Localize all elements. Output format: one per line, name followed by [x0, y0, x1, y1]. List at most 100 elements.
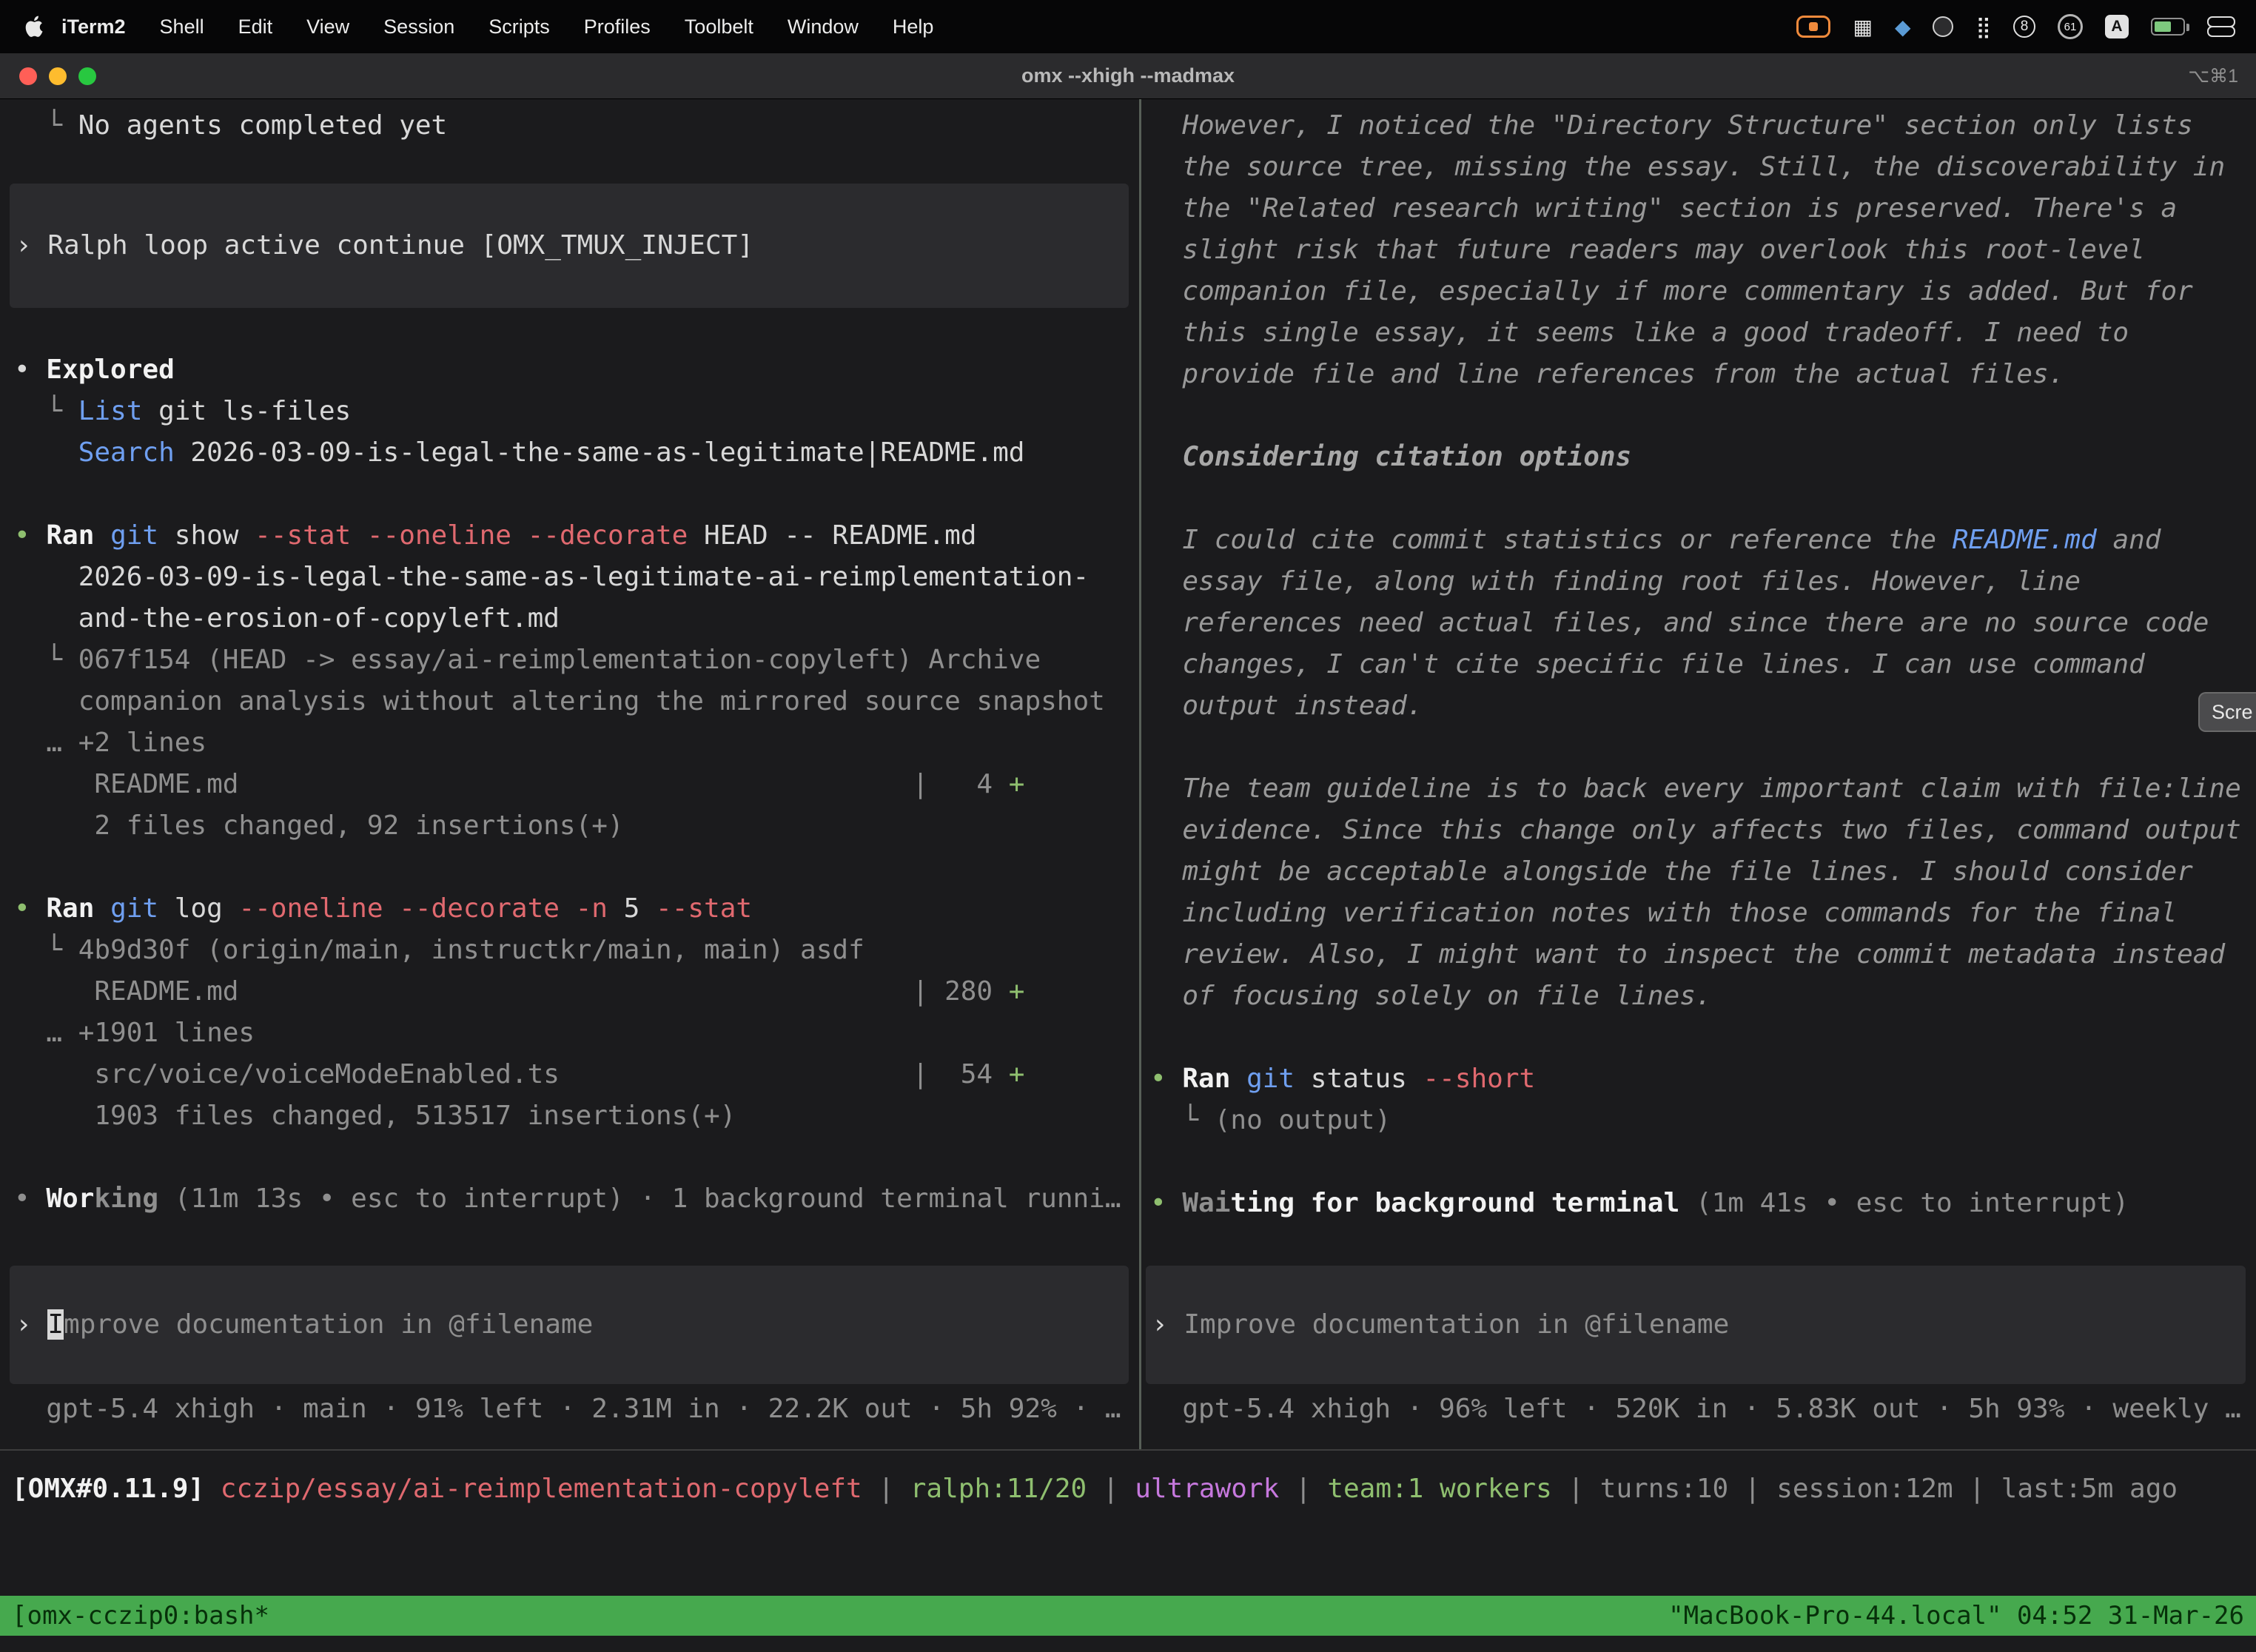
- terminal-line: • Waiting for background terminal (1m 41…: [1150, 1183, 2256, 1224]
- text-segment: mprove documentation in @filename: [64, 1309, 593, 1340]
- terminal-line: 1903 files changed, 513517 insertions(+): [14, 1095, 1139, 1137]
- text-segment: Wor: [46, 1183, 94, 1214]
- terminal-line: review. Also, I might want to inspect th…: [1150, 934, 2256, 976]
- menu-item-shell[interactable]: Shell: [143, 16, 221, 38]
- round-app-icon[interactable]: [1933, 16, 1953, 37]
- menu-item-iterm2[interactable]: iTerm2: [44, 16, 143, 38]
- text-segment: Ran: [1182, 1064, 1246, 1094]
- terminal-line: • Ran git log --oneline --decorate -n 5 …: [14, 888, 1139, 930]
- terminal-line: • Explored: [14, 349, 1139, 391]
- screen-recording-indicator[interactable]: [1796, 16, 1830, 38]
- text-segment: I could cite commit statistics or refere…: [1150, 525, 1953, 555]
- text-segment: •: [14, 1183, 46, 1214]
- right-terminal-pane[interactable]: However, I noticed the "Directory Struct…: [1141, 99, 2256, 1449]
- menu-bar-status-icons: ▦ ◆ ⣿ 8 61 A: [1796, 14, 2256, 39]
- menu-item-window[interactable]: Window: [771, 16, 876, 38]
- text-segment: git: [110, 893, 175, 924]
- text-segment: |: [1279, 1474, 1327, 1504]
- text-segment: and: [2097, 525, 2161, 555]
- terminal-line: • Working (11m 13s • esc to interrupt) ·…: [14, 1178, 1139, 1220]
- text-segment: └: [46, 110, 78, 141]
- terminal-line: gpt-5.4 xhigh · main · 91% left · 2.31M …: [14, 1389, 1139, 1430]
- terminal-line: slight risk that future readers may over…: [1150, 229, 2256, 271]
- text-segment: •: [14, 893, 46, 924]
- menu-item-help[interactable]: Help: [876, 16, 951, 38]
- terminal-line: evidence. Since this change only affects…: [1150, 810, 2256, 851]
- text-segment: of focusing solely on file lines.: [1150, 981, 1712, 1011]
- dots-grid-icon[interactable]: ⣿: [1975, 15, 1991, 39]
- terminal-line: … +2 lines: [14, 722, 1139, 764]
- terminal-line: companion file, especially if more comme…: [1150, 271, 2256, 312]
- text-segment: Considering citation options: [1150, 442, 1631, 472]
- terminal-line: └ 4b9d30f (origin/main, instructkr/main,…: [14, 930, 1139, 971]
- gauge-61-icon[interactable]: 61: [2058, 14, 2083, 39]
- menu-item-profiles[interactable]: Profiles: [567, 16, 668, 38]
- prompt-input-left[interactable]: › Improve documentation in @filename: [10, 1266, 1129, 1384]
- text-segment: ultrawork: [1135, 1474, 1279, 1504]
- grid-icon[interactable]: ▦: [1853, 15, 1872, 39]
- text-segment: (1m 41s • esc to interrupt): [1679, 1188, 2129, 1218]
- text-segment: git: [110, 520, 175, 551]
- menu-item-session[interactable]: Session: [366, 16, 471, 38]
- text-segment: +: [1009, 769, 1025, 799]
- text-segment: Wai: [1182, 1188, 1230, 1218]
- battery-icon[interactable]: [2151, 18, 2185, 36]
- left-terminal-pane[interactable]: └ No agents completed yet › Ralph loop a…: [0, 99, 1141, 1449]
- text-segment: +: [1009, 1059, 1025, 1089]
- menu-item-edit[interactable]: Edit: [221, 16, 290, 38]
- text-segment: Improve documentation in @filename: [1184, 1309, 1729, 1340]
- text-segment: log: [175, 893, 239, 924]
- terminal-line: Search 2026-03-09-is-legal-the-same-as-l…: [14, 432, 1139, 474]
- menu-item-toolbelt[interactable]: Toolbelt: [668, 16, 771, 38]
- text-segment: |: [1953, 1474, 2001, 1504]
- key-8-icon[interactable]: 8: [2013, 16, 2035, 38]
- text-segment: the source tree, missing the essay. Stil…: [1150, 152, 2225, 182]
- menu-item-view[interactable]: View: [289, 16, 366, 38]
- control-center-icon[interactable]: [2207, 16, 2234, 37]
- terminal-line: references need actual files, and since …: [1150, 602, 2256, 644]
- text-segment: [14, 396, 46, 426]
- terminal-line: README.md | 280 +: [14, 971, 1139, 1013]
- text-segment: git ls-files: [142, 396, 351, 426]
- text-segment: [14, 1142, 30, 1172]
- prompt-input-left-line: › Improve documentation in @filename: [16, 1304, 1129, 1346]
- terminal-line: [14, 1137, 1139, 1178]
- text-segment: evidence. Since this change only affects…: [1150, 815, 2241, 845]
- prompt-input-right[interactable]: › Improve documentation in @filename: [1146, 1266, 2246, 1384]
- text-segment: └: [1182, 1105, 1214, 1135]
- terminal-line: and-the-erosion-of-copyleft.md: [14, 598, 1139, 639]
- apple-menu-icon[interactable]: [25, 16, 44, 38]
- text-segment: changes, I can't cite specific file line…: [1150, 649, 2145, 679]
- terminal-line: [OMX#0.11.9] cczip/essay/ai-reimplementa…: [12, 1468, 2178, 1510]
- window-title-bar[interactable]: omx --xhigh --madmax ⌥⌘1: [0, 53, 2256, 99]
- terminal-line: [14, 847, 1139, 888]
- text-segment: companion file, especially if more comme…: [1150, 276, 2193, 306]
- text-segment: •: [1150, 1064, 1182, 1094]
- text-segment: Ran: [46, 893, 110, 924]
- text-segment: 1903 files changed, 513517 insertions(+): [14, 1101, 736, 1131]
- text-segment: [14, 645, 46, 675]
- text-segment: The team guideline is to back every impo…: [1150, 773, 2241, 804]
- terminal-line: The team guideline is to back every impo…: [1150, 768, 2256, 810]
- text-segment: review. Also, I might want to inspect th…: [1150, 939, 2225, 970]
- text-segment: --short: [1423, 1064, 1535, 1094]
- text-segment: king: [94, 1183, 158, 1214]
- text-segment: [1150, 1105, 1182, 1135]
- text-segment: slight risk that future readers may over…: [1150, 235, 2145, 265]
- text-segment: |: [1728, 1474, 1776, 1504]
- keyboard-a-icon[interactable]: A: [2105, 15, 2129, 38]
- text-segment: including verification notes with those …: [1150, 898, 2177, 928]
- omx-status-bar: [OMX#0.11.9] cczip/essay/ai-reimplementa…: [0, 1451, 2256, 1528]
- terminal-line: [1150, 395, 2256, 437]
- blue-app-icon[interactable]: ◆: [1895, 15, 1911, 39]
- terminal-line: 2026-03-09-is-legal-the-same-as-legitima…: [14, 557, 1139, 598]
- text-segment: cczip/essay/ai-reimplementation-copyleft: [221, 1474, 862, 1504]
- text-segment: └: [46, 935, 78, 965]
- text-segment: [14, 479, 30, 509]
- text-segment: [1150, 1022, 1166, 1052]
- model-status-left: gpt-5.4 xhigh · main · 91% left · 2.31M …: [14, 1389, 1139, 1430]
- ralph-inject-banner: › Ralph loop active continue [OMX_TMUX_I…: [10, 184, 1129, 308]
- left-scrollback-body: • Explored └ List git ls-files Search 20…: [14, 308, 1139, 1220]
- text-segment: provide file and line references from th…: [1150, 359, 2064, 389]
- menu-item-scripts[interactable]: Scripts: [471, 16, 567, 38]
